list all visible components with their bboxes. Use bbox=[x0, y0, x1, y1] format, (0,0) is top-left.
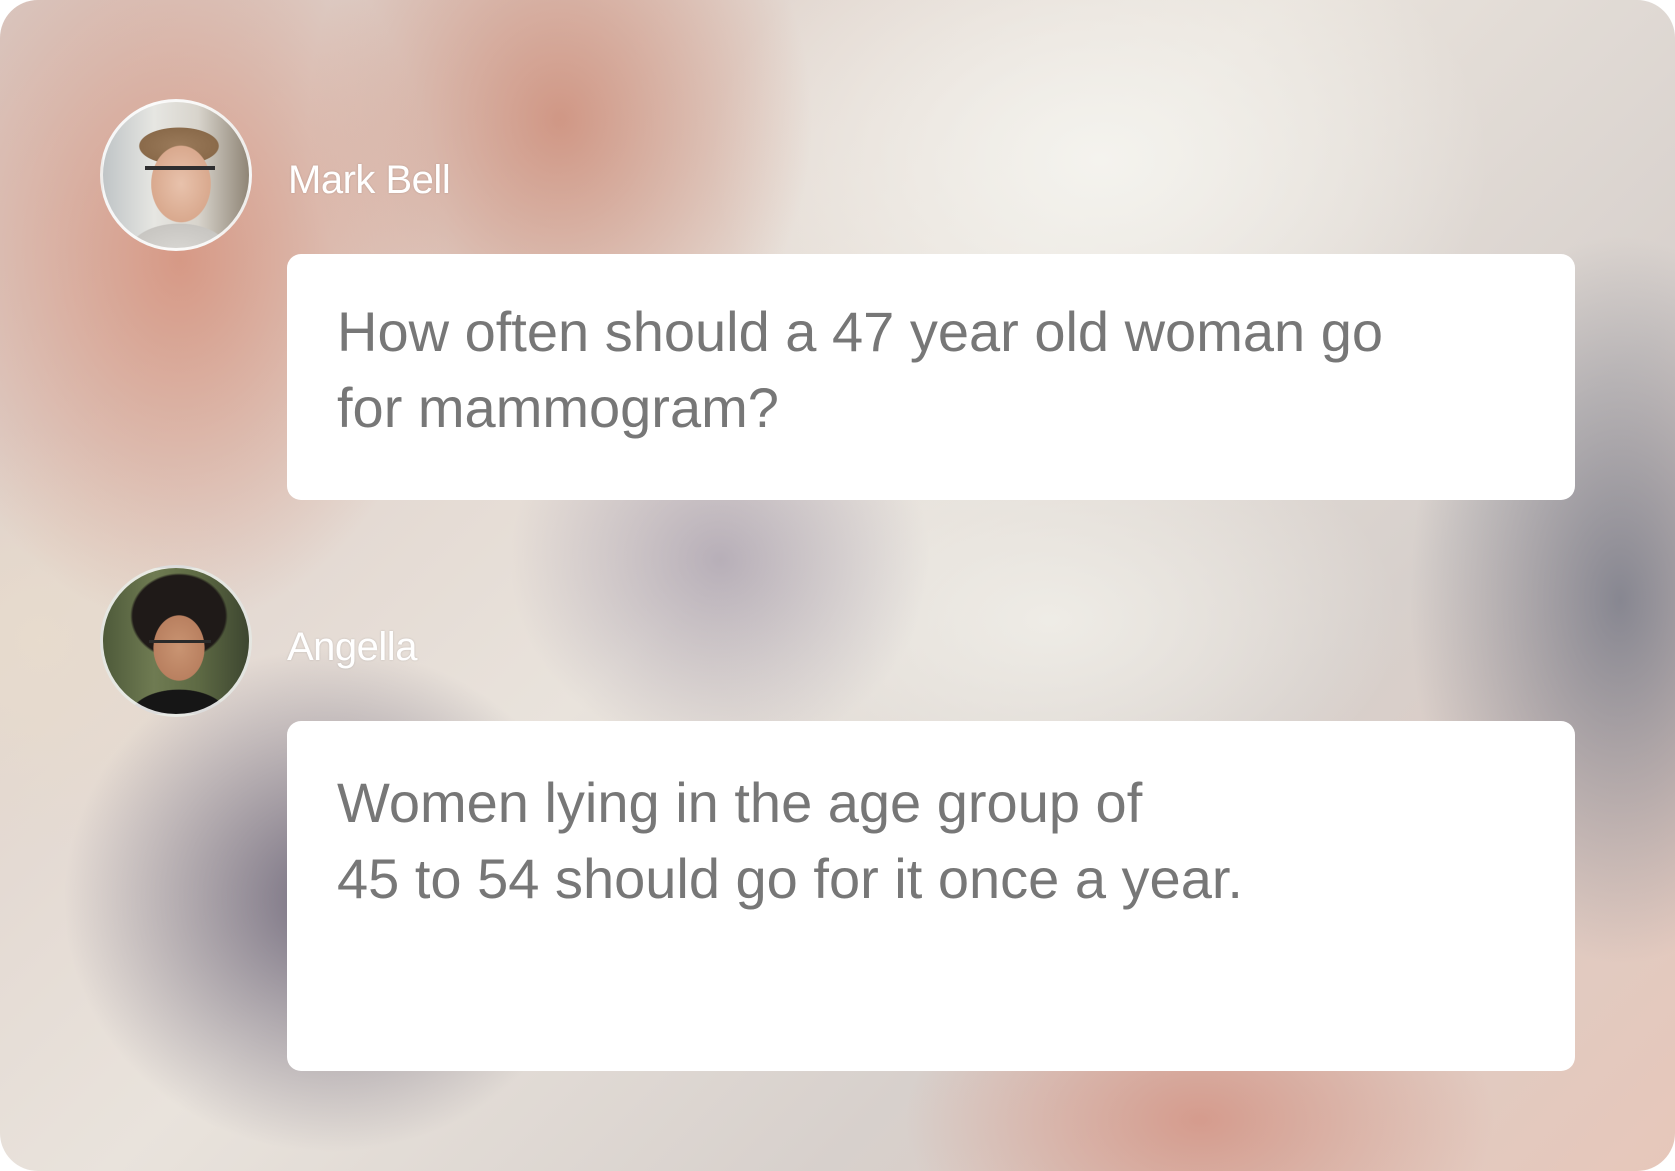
glasses-detail bbox=[145, 166, 215, 180]
message-bubble: How often should a 47 year old woman go … bbox=[287, 254, 1575, 500]
avatar-mark-bell[interactable] bbox=[100, 99, 252, 251]
avatar-angella[interactable] bbox=[100, 565, 252, 717]
message-text-line: for mammogram? bbox=[337, 376, 779, 439]
message-text-line: 45 to 54 should go for it once a year. bbox=[337, 847, 1243, 910]
glasses-detail bbox=[149, 640, 211, 652]
message-text-line: How often should a 47 year old woman go bbox=[337, 300, 1383, 363]
sender-name: Angella bbox=[287, 625, 417, 669]
chat-card: Mark Bell How often should a 47 year old… bbox=[0, 0, 1675, 1171]
message-bubble: Women lying in the age group of 45 to 54… bbox=[287, 721, 1575, 1071]
sender-name: Mark Bell bbox=[288, 158, 451, 202]
message-text-line: Women lying in the age group of bbox=[337, 771, 1143, 834]
